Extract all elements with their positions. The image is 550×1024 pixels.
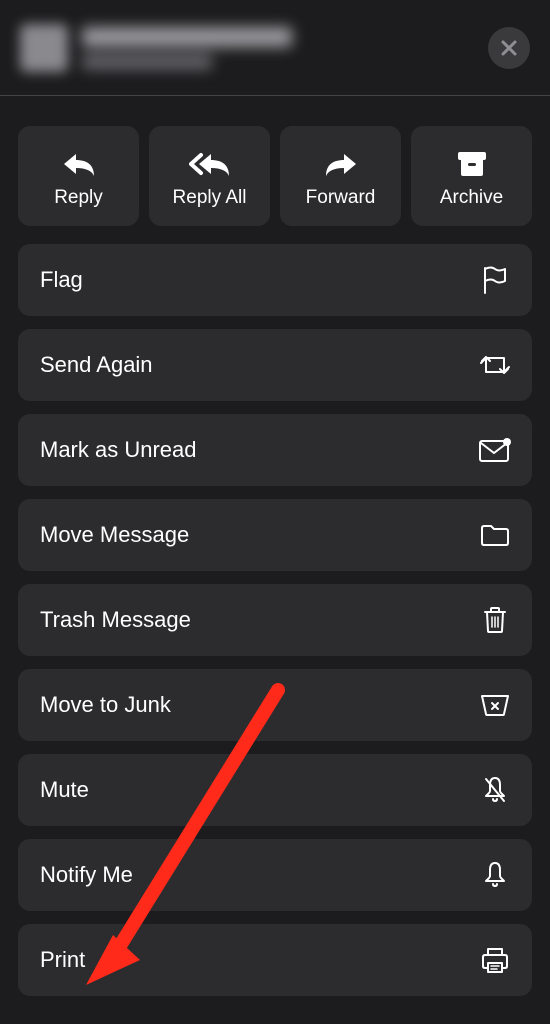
send-again-label: Send Again — [40, 352, 153, 378]
sender-name — [82, 27, 292, 47]
reply-all-icon — [189, 147, 231, 181]
menu-item-move-message[interactable]: Move Message — [18, 499, 532, 571]
header — [0, 0, 550, 95]
menu-item-send-again[interactable]: Send Again — [18, 329, 532, 401]
print-icon — [478, 943, 512, 977]
flag-label: Flag — [40, 267, 83, 293]
archive-button[interactable]: Archive — [411, 126, 532, 226]
avatar — [20, 24, 68, 72]
folder-icon — [478, 518, 512, 552]
trash-icon — [478, 603, 512, 637]
menu-item-mute[interactable]: Mute — [18, 754, 532, 826]
forward-icon — [324, 147, 358, 181]
junk-icon — [478, 688, 512, 722]
mark-unread-icon — [478, 433, 512, 467]
header-text-block — [82, 27, 488, 69]
mute-icon — [478, 773, 512, 807]
flag-icon — [478, 263, 512, 297]
trash-message-label: Trash Message — [40, 607, 191, 633]
move-junk-label: Move to Junk — [40, 692, 171, 718]
archive-icon — [457, 147, 487, 181]
reply-all-button[interactable]: Reply All — [149, 126, 270, 226]
menu-item-print[interactable]: Print — [18, 924, 532, 996]
menu-item-flag[interactable]: Flag — [18, 244, 532, 316]
print-label: Print — [40, 947, 85, 973]
mark-unread-label: Mark as Unread — [40, 437, 197, 463]
archive-label: Archive — [440, 187, 503, 209]
close-icon — [500, 39, 518, 57]
reply-icon — [62, 147, 96, 181]
forward-button[interactable]: Forward — [280, 126, 401, 226]
sender-sub — [82, 55, 212, 69]
close-button[interactable] — [488, 27, 530, 69]
reply-button[interactable]: Reply — [18, 126, 139, 226]
move-message-label: Move Message — [40, 522, 189, 548]
mute-label: Mute — [40, 777, 89, 803]
reply-all-label: Reply All — [173, 187, 247, 209]
menu-item-trash-message[interactable]: Trash Message — [18, 584, 532, 656]
forward-label: Forward — [306, 187, 376, 209]
reply-label: Reply — [54, 187, 103, 209]
send-again-icon — [478, 348, 512, 382]
notify-me-label: Notify Me — [40, 862, 133, 888]
menu-item-move-junk[interactable]: Move to Junk — [18, 669, 532, 741]
menu-item-mark-unread[interactable]: Mark as Unread — [18, 414, 532, 486]
action-row: Reply Reply All Forward Archive — [0, 96, 550, 244]
menu-list: Flag Send Again Mark as Unread Move Mess… — [0, 244, 550, 996]
bell-icon — [478, 858, 512, 892]
menu-item-notify-me[interactable]: Notify Me — [18, 839, 532, 911]
